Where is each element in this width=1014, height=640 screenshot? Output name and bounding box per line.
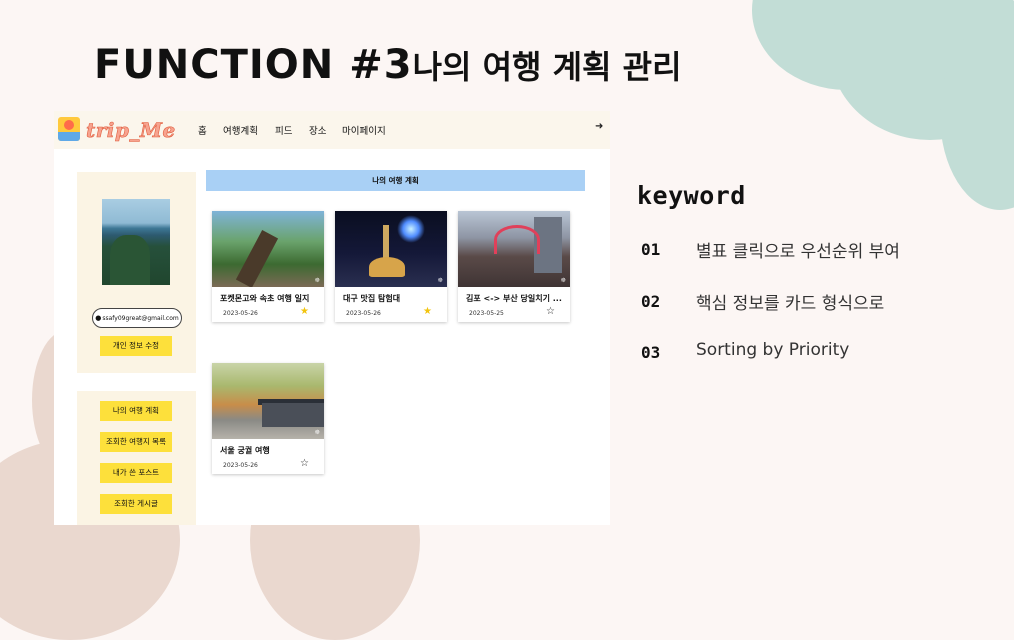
plan-card-date: 2023-05-25 [469,310,504,317]
edit-profile-button[interactable]: 개인 정보 수정 [100,336,172,356]
plan-card-title: 서울 궁궐 여행 [220,446,270,455]
plan-card-image: ☸ [212,211,324,287]
person-icon: ● [95,314,102,322]
keyword-heading: keyword [637,181,746,210]
plan-card[interactable]: ☸ 포켓몬고와 속초 여행 일지 2023-05-26 ★ [212,211,324,322]
section-banner: 나의 여행 계획 [206,170,585,191]
nav-item-mypage[interactable]: 마이페이지 [342,123,386,137]
plan-card[interactable]: ☸ 서울 궁궐 여행 2023-05-26 ☆ [212,363,324,474]
plan-card-image: ☸ [212,363,324,439]
logout-icon[interactable]: ➜ [595,121,603,132]
plan-card[interactable]: ☸ 대구 맛집 탐험대 2023-05-26 ★ [335,211,447,322]
keyword-number: 03 [641,343,661,362]
menu-viewed-posts-button[interactable]: 조회한 게시글 [100,494,172,514]
nav-item-home[interactable]: 홈 [198,123,207,137]
menu-my-plans-button[interactable]: 나의 여행 계획 [100,401,172,421]
keyword-text: 핵심 정보를 카드 형식으로 [696,294,885,314]
menu-my-posts-button[interactable]: 내가 쓴 포스트 [100,463,172,483]
star-filled-icon[interactable]: ★ [300,307,309,317]
email-text: ssafy09great@gmail.com [102,315,179,322]
slide-title-main: FUNCTION #3 [94,42,413,88]
plan-card[interactable]: ☸ 김포 <-> 부산 당일치기 ... 2023-05-25 ☆ [458,211,570,322]
plan-card-date: 2023-05-26 [346,310,381,317]
keyword-text: 별표 클릭으로 우선순위 부여 [696,242,900,262]
keyword-text: Sorting by Priority [696,340,850,360]
plan-card-date: 2023-05-26 [223,310,258,317]
app-screenshot: trip_Me 홈 여행계획 피드 장소 마이페이지 ➜ ●ssafy09gre… [54,111,610,525]
app-logo[interactable]: trip_Me [86,118,176,143]
plan-card-title: 대구 맛집 탐험대 [343,294,401,303]
keyword-number: 01 [641,240,661,259]
nav-item-travel-plan[interactable]: 여행계획 [223,123,258,137]
slide-title-sub: 나의 여행 계획 관리 [412,48,682,86]
star-filled-icon[interactable]: ★ [423,307,432,317]
nav-item-place[interactable]: 장소 [309,123,326,137]
menu-viewed-places-button[interactable]: 조회한 여행지 목록 [100,432,172,452]
plan-card-image: ☸ [335,211,447,287]
plan-card-date: 2023-05-26 [223,462,258,469]
nav-item-feed[interactable]: 피드 [275,123,292,137]
profile-image [102,199,170,285]
star-outline-icon[interactable]: ☆ [546,307,555,317]
plan-card-title: 김포 <-> 부산 당일치기 ... [466,294,562,303]
keyword-number: 02 [641,292,661,311]
app-navbar: trip_Me 홈 여행계획 피드 장소 마이페이지 ➜ [54,111,610,149]
plan-card-title: 포켓몬고와 속초 여행 일지 [220,294,310,303]
plan-card-image: ☸ [458,211,570,287]
star-outline-icon[interactable]: ☆ [300,459,309,469]
email-badge: ●ssafy09great@gmail.com [92,308,182,328]
logo-icon[interactable] [58,117,80,141]
slide-title: FUNCTION #3나의 여행 계획 관리 [94,42,682,88]
